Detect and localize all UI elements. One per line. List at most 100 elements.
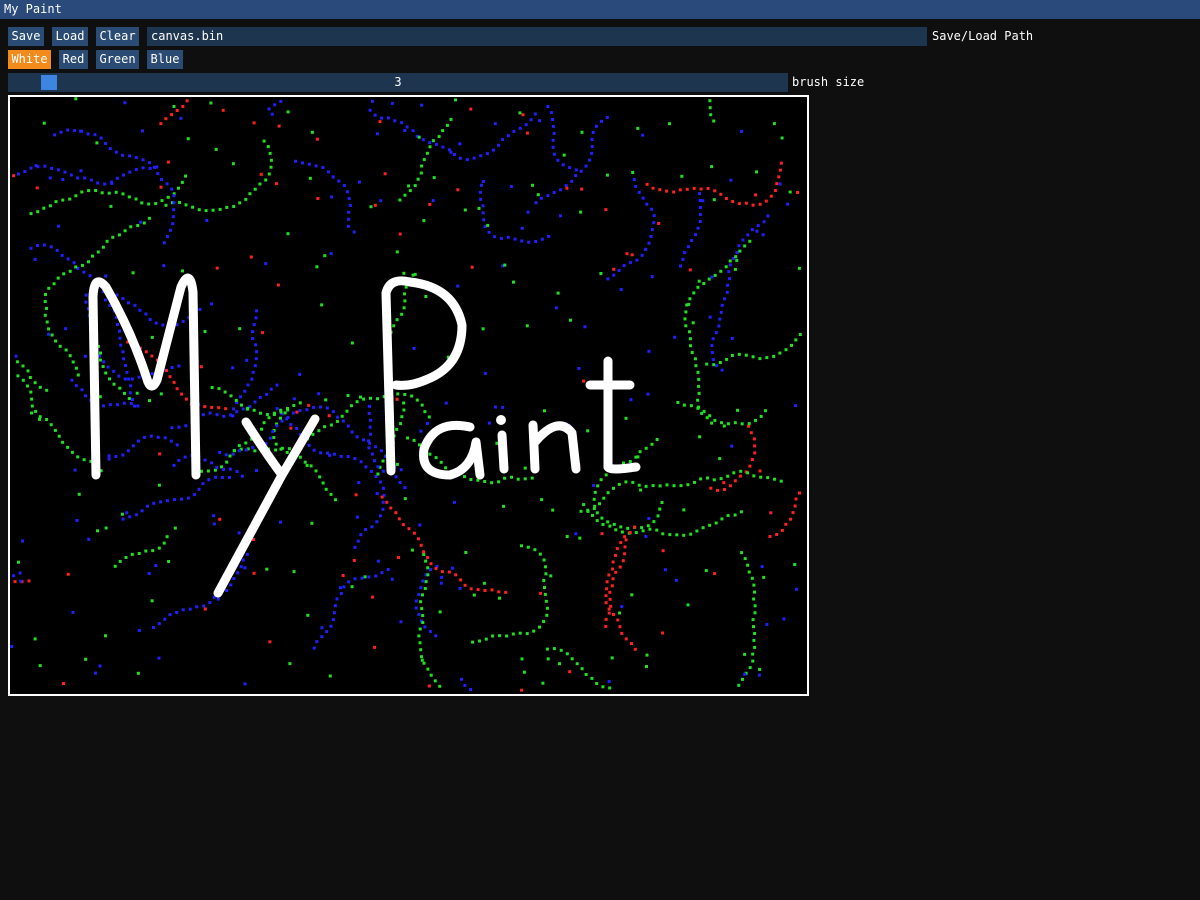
scribble-dot bbox=[398, 481, 402, 484]
scribble-dot bbox=[331, 175, 335, 179]
paint-canvas[interactable] bbox=[8, 95, 809, 696]
color-green-button[interactable]: Green bbox=[96, 50, 139, 69]
scribble-dot bbox=[604, 617, 608, 621]
scribble-dot bbox=[619, 541, 623, 545]
scatter-dot bbox=[582, 379, 586, 383]
scribble-dot bbox=[379, 449, 383, 453]
scribble-dot bbox=[169, 228, 172, 232]
scribble-dot bbox=[114, 150, 118, 154]
scatter-dot bbox=[624, 416, 628, 420]
scribble-dot bbox=[106, 365, 110, 369]
scatter-dot bbox=[109, 204, 113, 208]
scribble-dot bbox=[368, 108, 372, 112]
scribble-dot bbox=[743, 244, 747, 248]
clear-button[interactable]: Clear bbox=[96, 27, 139, 46]
scribble-dot bbox=[239, 565, 243, 569]
color-blue-button[interactable]: Blue bbox=[147, 50, 183, 69]
scribble-dot bbox=[421, 593, 424, 597]
scribble-dot bbox=[773, 477, 776, 481]
scribble-dot bbox=[697, 391, 701, 395]
scribble-dot bbox=[523, 477, 527, 481]
scribble-dot bbox=[552, 131, 556, 135]
scribble-dot bbox=[404, 285, 408, 289]
scribble-dot bbox=[419, 648, 423, 652]
scribble-dot bbox=[614, 570, 618, 574]
scribble-dot bbox=[381, 459, 385, 463]
scribble-dot bbox=[319, 451, 323, 455]
scatter-dot bbox=[98, 395, 102, 399]
scribble-dot bbox=[717, 324, 721, 328]
scribble-dot bbox=[681, 257, 685, 261]
scribble-dot bbox=[15, 360, 19, 364]
scribble-dot bbox=[534, 201, 538, 205]
scribble-dot bbox=[482, 218, 486, 222]
scatter-dot bbox=[203, 607, 207, 611]
save-load-path-input[interactable]: canvas.bin bbox=[147, 27, 927, 46]
scribble-dot bbox=[490, 481, 494, 485]
scribble-dot bbox=[142, 435, 146, 439]
scatter-dot bbox=[231, 162, 235, 166]
scribble-dot bbox=[180, 392, 184, 396]
scribble-dot bbox=[369, 432, 373, 436]
save-button[interactable]: Save bbox=[8, 27, 44, 46]
scribble-dot bbox=[335, 597, 339, 601]
scribble-dot bbox=[258, 182, 262, 186]
scribble-dot bbox=[157, 622, 161, 626]
scatter-dot bbox=[644, 534, 648, 538]
scribble-dot bbox=[766, 476, 770, 480]
scatter-dot bbox=[323, 254, 327, 258]
scribble-dot bbox=[268, 151, 272, 155]
scribble-dot bbox=[379, 514, 382, 518]
color-white-button[interactable]: White bbox=[8, 50, 51, 69]
scatter-dot bbox=[675, 578, 678, 582]
scribble-dot bbox=[752, 597, 756, 601]
scribble-dot bbox=[386, 568, 390, 571]
scribble-dot bbox=[181, 320, 185, 323]
scatter-dot bbox=[397, 556, 400, 559]
scribble-dot bbox=[726, 514, 730, 518]
scribble-dot bbox=[312, 405, 315, 409]
scribble-dot bbox=[651, 484, 655, 488]
scatter-dot bbox=[780, 136, 784, 140]
scatter-dot bbox=[451, 566, 455, 570]
scribble-dot bbox=[423, 587, 427, 590]
scribble-dot bbox=[419, 586, 423, 590]
scatter-dot bbox=[245, 358, 249, 362]
scribble-dot bbox=[311, 432, 315, 436]
load-button[interactable]: Load bbox=[52, 27, 88, 46]
scribble-dot bbox=[93, 133, 97, 137]
scribble-dot bbox=[689, 344, 692, 348]
scribble-dot bbox=[99, 351, 102, 355]
scribble-dot bbox=[552, 152, 556, 156]
scribble-dot bbox=[546, 105, 550, 108]
scatter-dot bbox=[498, 596, 501, 600]
scatter-dot bbox=[310, 130, 314, 134]
scribble-dot bbox=[702, 282, 706, 285]
scatter-dot bbox=[793, 404, 797, 408]
scribble-dot bbox=[251, 330, 255, 333]
scribble-dot bbox=[421, 614, 425, 617]
scatter-dot bbox=[288, 662, 292, 666]
scatter-dot bbox=[395, 250, 399, 254]
scatter-dot bbox=[33, 637, 37, 641]
scatter-dot bbox=[647, 349, 651, 353]
scribble-dot bbox=[740, 551, 744, 555]
color-red-button[interactable]: Red bbox=[59, 50, 88, 69]
scribble-dot bbox=[762, 220, 766, 224]
scribble-dot bbox=[362, 397, 366, 401]
scribble-dot bbox=[319, 405, 322, 409]
scatter-dot bbox=[432, 176, 436, 180]
scribble-dot bbox=[424, 580, 428, 584]
scribble-dot bbox=[89, 178, 93, 182]
brush-size-slider[interactable]: 3 bbox=[8, 73, 788, 92]
scribble-dot bbox=[403, 393, 407, 396]
scatter-dot bbox=[371, 99, 374, 103]
scribble-dot bbox=[165, 535, 169, 539]
scribble-dot bbox=[122, 401, 126, 405]
scribble-dot bbox=[645, 202, 649, 206]
scribble-dot bbox=[751, 652, 755, 656]
scribble-dot bbox=[604, 473, 608, 477]
scatter-dot bbox=[682, 508, 686, 512]
scatter-dot bbox=[444, 401, 448, 405]
scribble-dot bbox=[595, 511, 599, 515]
